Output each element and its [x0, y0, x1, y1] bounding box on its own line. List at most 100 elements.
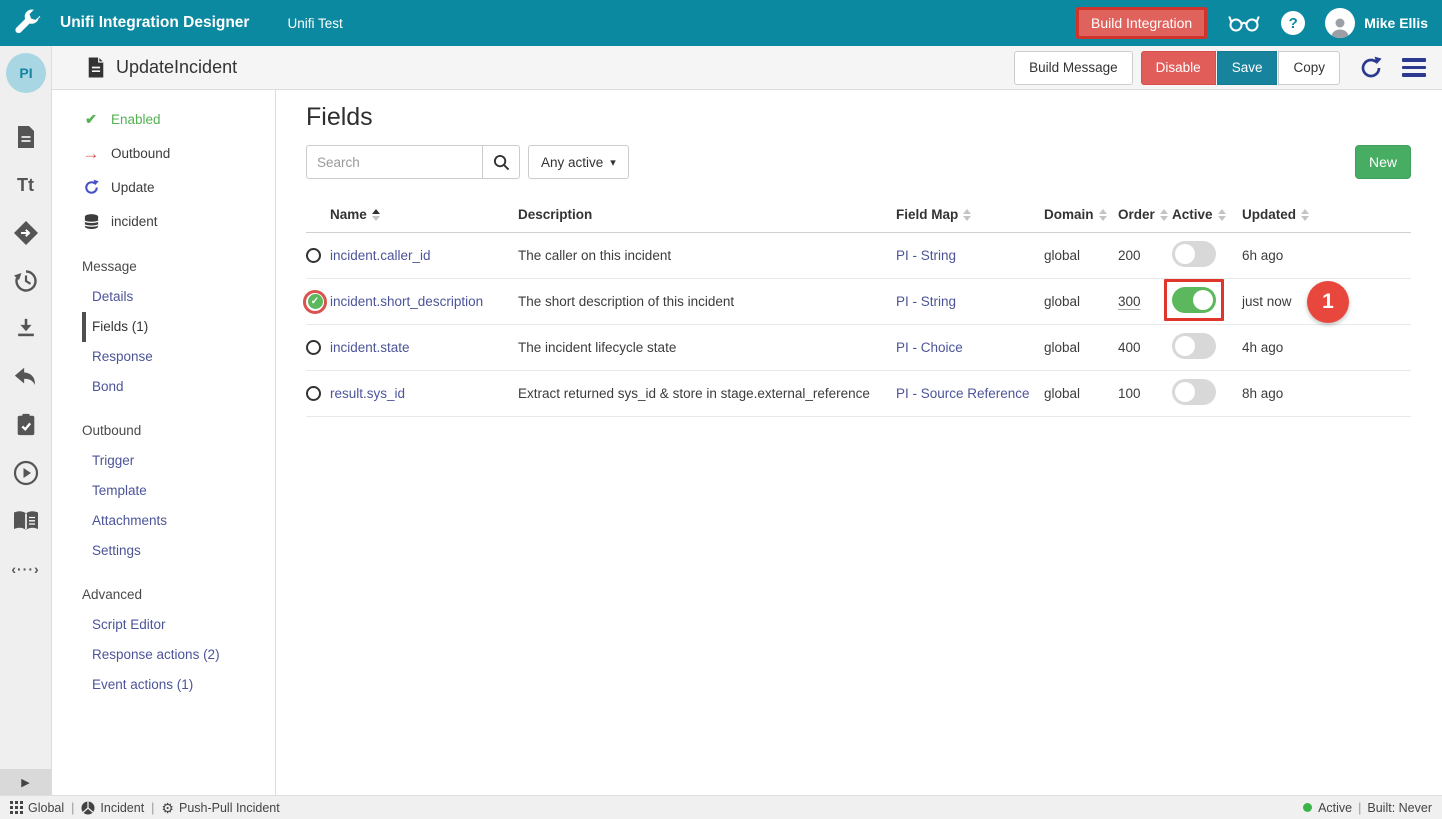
- build-message-button[interactable]: Build Message: [1014, 51, 1133, 85]
- active-toggle[interactable]: [1172, 333, 1216, 359]
- field-order: 100: [1118, 386, 1172, 401]
- nav-item-response[interactable]: Response: [82, 342, 275, 372]
- field-name-link[interactable]: incident.caller_id: [330, 248, 518, 263]
- domain-picker[interactable]: Global: [10, 801, 64, 815]
- record-document-icon: [86, 56, 106, 79]
- play-circle-icon[interactable]: [13, 460, 39, 486]
- user-menu[interactable]: Mike Ellis: [1325, 8, 1428, 38]
- chevron-down-icon: ▾: [610, 156, 616, 169]
- column-header-name[interactable]: Name: [330, 207, 518, 222]
- field-updated: 6h ago: [1242, 248, 1411, 263]
- field-order: 400: [1118, 340, 1172, 355]
- sort-icon: [1099, 209, 1107, 221]
- nav-section-outbound: Outbound: [52, 416, 275, 446]
- disable-button[interactable]: Disable: [1141, 51, 1216, 85]
- field-domain: global: [1044, 294, 1118, 309]
- record-state-icon: [306, 340, 321, 355]
- column-header-active[interactable]: Active: [1172, 207, 1242, 222]
- nav-item-template[interactable]: Template: [82, 476, 275, 506]
- table-row: incident.caller_id The caller on this in…: [306, 233, 1411, 279]
- active-toggle[interactable]: [1172, 241, 1216, 267]
- record-state-icon: [306, 248, 321, 263]
- annotation-step-badge: 1: [1307, 281, 1349, 323]
- nav-item-settings[interactable]: Settings: [82, 536, 275, 566]
- field-name-link[interactable]: incident.short_description: [330, 294, 518, 309]
- new-button[interactable]: New: [1355, 145, 1411, 179]
- wrench-icon: [0, 8, 54, 38]
- field-map-link[interactable]: PI - Choice: [896, 340, 1044, 355]
- document-icon[interactable]: [13, 124, 39, 150]
- field-description: Extract returned sys_id & store in stage…: [518, 386, 896, 401]
- field-order: 200: [1118, 248, 1172, 263]
- nav-item-fields[interactable]: Fields (1): [82, 312, 275, 342]
- process-picker[interactable]: ⚙ Push-Pull Incident: [161, 801, 279, 815]
- code-icon[interactable]: ‹···›: [13, 556, 39, 582]
- nav-item-event-actions[interactable]: Event actions (1): [82, 670, 275, 700]
- record-title: UpdateIncident: [116, 57, 237, 78]
- application-picker[interactable]: Incident: [81, 801, 144, 815]
- nav-item-details[interactable]: Details: [82, 282, 275, 312]
- search-input[interactable]: [306, 145, 482, 179]
- status-direction: → Outbound: [52, 136, 275, 170]
- field-updated: 4h ago: [1242, 340, 1411, 355]
- nav-item-response-actions[interactable]: Response actions (2): [82, 640, 275, 670]
- field-name-link[interactable]: result.sys_id: [330, 386, 518, 401]
- menu-icon[interactable]: [1402, 58, 1426, 77]
- search-icon: [493, 154, 510, 171]
- copy-button[interactable]: Copy: [1278, 51, 1340, 85]
- active-filter-dropdown[interactable]: Any active ▾: [528, 145, 629, 179]
- table-header-row: Name Description Field Map Domain Order …: [306, 197, 1411, 233]
- field-domain: global: [1044, 340, 1118, 355]
- field-map-link[interactable]: PI - String: [896, 248, 1044, 263]
- top-app-bar: Unifi Integration Designer Unifi Test Bu…: [0, 0, 1442, 46]
- column-header-field-map[interactable]: Field Map: [896, 207, 1044, 222]
- book-icon[interactable]: [13, 508, 39, 534]
- field-domain: global: [1044, 386, 1118, 401]
- text-icon[interactable]: Tt: [13, 172, 39, 198]
- status-table: incident: [52, 204, 275, 238]
- column-header-domain[interactable]: Domain: [1044, 207, 1118, 222]
- field-map-link[interactable]: PI - Source Reference: [896, 386, 1044, 401]
- refresh-button[interactable]: [1358, 55, 1384, 81]
- help-icon[interactable]: ?: [1281, 11, 1305, 35]
- download-icon[interactable]: [13, 316, 39, 342]
- column-header-order[interactable]: Order: [1118, 207, 1172, 222]
- field-map-link[interactable]: PI - String: [896, 294, 1044, 309]
- active-toggle[interactable]: [1172, 287, 1216, 313]
- built-status-label: Built: Never: [1367, 801, 1432, 815]
- column-header-updated[interactable]: Updated: [1242, 207, 1411, 222]
- nav-item-script-editor[interactable]: Script Editor: [82, 610, 275, 640]
- process-avatar[interactable]: PI: [6, 53, 46, 93]
- reply-icon[interactable]: [13, 364, 39, 390]
- separator: |: [1358, 801, 1361, 815]
- record-nav: ✔ Enabled → Outbound Update incident Mes…: [52, 90, 276, 795]
- diamond-arrow-icon[interactable]: [13, 220, 39, 246]
- application-icon: [81, 801, 95, 815]
- table-row: ✓ incident.short_description The short d…: [306, 279, 1411, 325]
- glasses-icon[interactable]: [1227, 12, 1261, 34]
- expand-sidebar-button[interactable]: ▶: [0, 769, 51, 795]
- status-bar: Global | Incident | ⚙ Push-Pull Incident…: [0, 795, 1442, 819]
- table-row: result.sys_id Extract returned sys_id & …: [306, 371, 1411, 417]
- update-refresh-icon: [82, 179, 100, 196]
- clipboard-check-icon[interactable]: [13, 412, 39, 438]
- nav-item-attachments[interactable]: Attachments: [82, 506, 275, 536]
- sort-icon: [1301, 209, 1309, 221]
- build-integration-button[interactable]: Build Integration: [1076, 7, 1207, 39]
- nav-item-trigger[interactable]: Trigger: [82, 446, 275, 476]
- record-modified-icon: ✓: [303, 290, 327, 314]
- save-button[interactable]: Save: [1217, 51, 1278, 85]
- field-name-link[interactable]: incident.state: [330, 340, 518, 355]
- nav-section-message: Message: [52, 252, 275, 282]
- field-description: The incident lifecycle state: [518, 340, 896, 355]
- record-header: UpdateIncident Build Message Disable Sav…: [52, 46, 1442, 90]
- column-header-description[interactable]: Description: [518, 207, 896, 222]
- nav-item-bond[interactable]: Bond: [82, 372, 275, 402]
- search-button[interactable]: [482, 145, 520, 179]
- active-toggle[interactable]: [1172, 379, 1216, 405]
- arrow-right-icon: →: [82, 145, 100, 162]
- history-icon[interactable]: [13, 268, 39, 294]
- database-icon: [82, 213, 100, 230]
- status-enabled: ✔ Enabled: [52, 102, 275, 136]
- status-action: Update: [52, 170, 275, 204]
